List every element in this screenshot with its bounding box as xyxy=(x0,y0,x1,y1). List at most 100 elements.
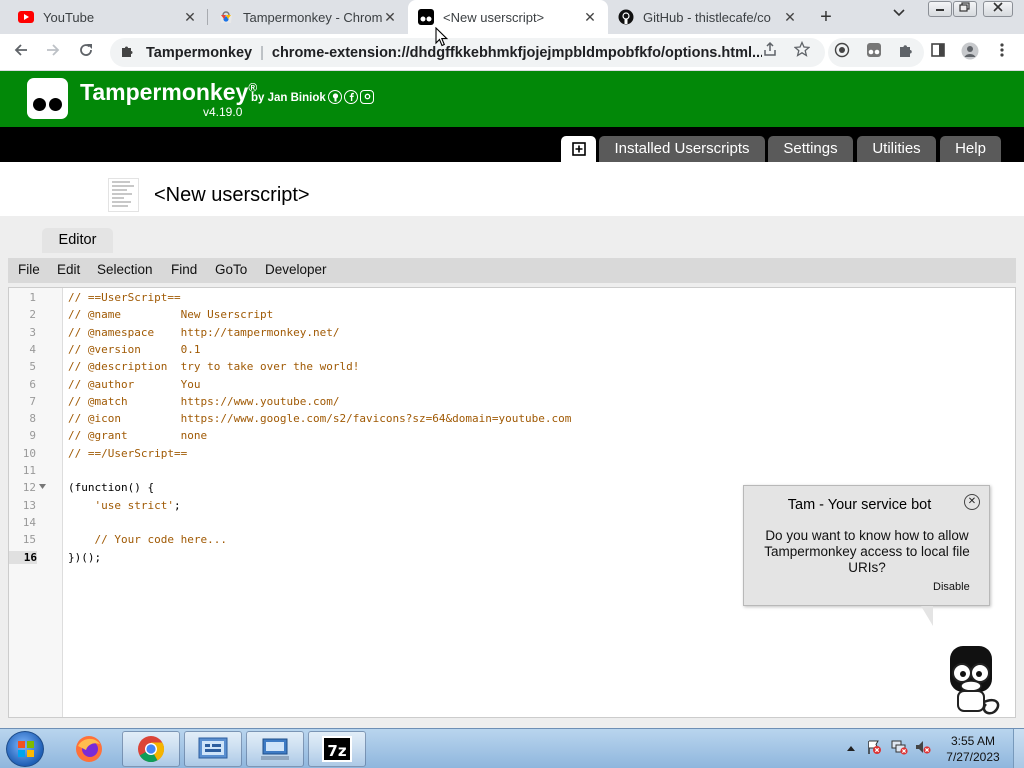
line-number: 6 xyxy=(29,377,36,391)
tab-new-script[interactable] xyxy=(561,136,596,162)
menu-selection[interactable]: Selection xyxy=(97,262,153,277)
line-number: 3 xyxy=(29,325,36,339)
back-arrow-icon[interactable] xyxy=(9,41,33,65)
github-social-icon[interactable] xyxy=(328,90,342,104)
menu-file[interactable]: File xyxy=(18,262,40,277)
editor-menu-bar: File Edit Selection Find GoTo Developer xyxy=(8,258,1016,283)
tab-settings[interactable]: Settings xyxy=(768,136,853,162)
line-number: 11 xyxy=(22,464,36,477)
app-title: Tampermonkey® xyxy=(80,79,257,106)
line-number: 10 xyxy=(22,446,36,460)
line-number: 8 xyxy=(29,412,36,426)
line-number: 13 xyxy=(22,498,36,512)
service-bot-popup: Tam - Your service bot ✕ Do you want to … xyxy=(743,485,990,606)
line-number: 5 xyxy=(29,360,36,374)
tab-editor[interactable]: Editor xyxy=(42,228,113,253)
address-bar[interactable]: Tampermonkey | chrome-extension://dhdgff… xyxy=(110,38,825,67)
side-panel-icon[interactable] xyxy=(928,42,948,62)
menu-goto[interactable]: GoTo xyxy=(215,262,247,277)
bot-message[interactable]: Do you want to know how to allow Tamperm… xyxy=(758,528,976,576)
close-tab-icon[interactable]: ✕ xyxy=(382,9,398,25)
action-center-flag-icon[interactable] xyxy=(866,739,882,758)
show-desktop-button[interactable] xyxy=(1013,729,1024,768)
remote-desktop-taskbar-icon[interactable] xyxy=(246,731,304,767)
fold-arrow-icon[interactable] xyxy=(39,484,46,492)
tab-strip: YouTube ✕ Tampermonkey - Chrom ✕ <New us… xyxy=(0,0,1024,34)
line-number: 2 xyxy=(29,308,36,322)
tab-tampermonkey-store[interactable]: Tampermonkey - Chrom ✕ xyxy=(208,0,408,34)
version-label: v4.19.0 xyxy=(203,105,243,119)
line-number: 9 xyxy=(29,429,36,443)
menu-find[interactable]: Find xyxy=(171,262,197,277)
screen: YouTube ✕ Tampermonkey - Chrom ✕ <New us… xyxy=(0,0,1024,768)
tab-installed-userscripts[interactable]: Installed Userscripts xyxy=(599,136,765,162)
forward-arrow-icon[interactable] xyxy=(41,41,65,65)
volume-muted-icon[interactable] xyxy=(914,739,932,758)
bot-speech-tail xyxy=(921,606,933,626)
network-icon[interactable] xyxy=(890,739,908,758)
chrome-taskbar-icon[interactable] xyxy=(122,731,180,767)
code-line: (function() { xyxy=(68,481,155,495)
7zip-taskbar-icon[interactable]: 7z xyxy=(308,731,366,767)
github-icon xyxy=(618,9,634,25)
close-tab-icon[interactable]: ✕ xyxy=(582,9,598,25)
menu-developer[interactable]: Developer xyxy=(265,262,327,277)
code-line: // ==UserScript== xyxy=(68,291,181,304)
tampermonkey-header: Tampermonkey® by Jan Biniok v4.19.0 xyxy=(0,71,1024,127)
code-line: 'use strict'; xyxy=(94,498,181,512)
share-icon[interactable] xyxy=(759,41,781,63)
clock-date: 7/27/2023 xyxy=(946,750,1000,764)
script-title: <New userscript> xyxy=(154,184,310,206)
privacy-extension-icon[interactable] xyxy=(832,42,852,62)
code-line: // @name New Userscript xyxy=(68,308,274,322)
tampermonkey-extension-icon[interactable] xyxy=(864,42,884,62)
close-tab-icon[interactable]: ✕ xyxy=(782,9,798,25)
show-hidden-icons-arrow[interactable] xyxy=(846,741,856,755)
browser-toolbar: Tampermonkey | chrome-extension://dhdgff… xyxy=(0,34,1024,71)
tab-github[interactable]: GitHub - thistlecafe/co ✕ xyxy=(608,0,808,34)
menu-edit[interactable]: Edit xyxy=(57,262,80,277)
kebab-menu-icon[interactable] xyxy=(992,42,1012,62)
line-number-gutter: 1 2 3 4 5 6 7 8 9 10 11 12 13 14 15 16 xyxy=(9,288,63,717)
extensions-puzzle-icon[interactable] xyxy=(896,42,916,62)
profile-avatar-icon[interactable] xyxy=(960,42,980,62)
instagram-social-icon[interactable] xyxy=(360,90,374,104)
facebook-social-icon[interactable] xyxy=(344,90,358,104)
minimize-window-button[interactable] xyxy=(928,1,952,17)
code-line: // ==/UserScript== xyxy=(68,446,188,460)
line-number: 1 xyxy=(29,291,36,304)
line-number: 12 xyxy=(22,481,36,495)
taskbar-clock[interactable]: 3:55 AM 7/27/2023 xyxy=(940,733,1006,765)
7zip-label: 7z xyxy=(322,736,352,762)
maximize-window-button[interactable] xyxy=(953,1,977,17)
youtube-icon xyxy=(18,9,34,25)
url-separator: | xyxy=(260,44,264,61)
code-line: // @match https://www.youtube.com/ xyxy=(68,394,340,408)
bot-disable-link[interactable]: Disable xyxy=(933,581,970,593)
code-line: // @author You xyxy=(68,377,201,391)
bot-close-icon[interactable]: ✕ xyxy=(964,494,980,510)
new-tab-button[interactable]: + xyxy=(812,4,840,30)
close-tab-icon[interactable]: ✕ xyxy=(182,9,198,25)
close-window-button[interactable] xyxy=(983,1,1013,17)
tab-utilities[interactable]: Utilities xyxy=(857,136,936,162)
control-panel-taskbar-icon[interactable] xyxy=(184,731,242,767)
tab-title: GitHub - thistlecafe/co xyxy=(643,9,771,25)
tab-help[interactable]: Help xyxy=(940,136,1001,162)
tam-bot-avatar-icon[interactable] xyxy=(944,646,1004,716)
windows-taskbar: 7z 3:55 AM 7/27/2023 xyxy=(0,728,1024,768)
start-button-icon[interactable] xyxy=(6,731,44,767)
bookmark-star-icon[interactable] xyxy=(791,40,813,63)
tab-title: Tampermonkey - Chrom xyxy=(243,9,382,25)
tab-search-chevron-icon[interactable] xyxy=(893,6,905,21)
author-credit[interactable]: by Jan Biniok xyxy=(251,92,326,104)
reload-icon[interactable] xyxy=(74,41,98,65)
tampermonkey-logo[interactable] xyxy=(27,78,68,119)
firefox-taskbar-icon[interactable] xyxy=(60,731,118,767)
line-number: 15 xyxy=(22,533,36,547)
tab-youtube[interactable]: YouTube ✕ xyxy=(8,0,208,34)
code-line: // Your code here... xyxy=(68,533,227,547)
app-name: Tampermonkey xyxy=(80,79,249,105)
code-line: // @namespace http://tampermonkey.net/ xyxy=(68,325,340,339)
main-nav: Installed Userscripts Settings Utilities… xyxy=(0,127,1024,162)
